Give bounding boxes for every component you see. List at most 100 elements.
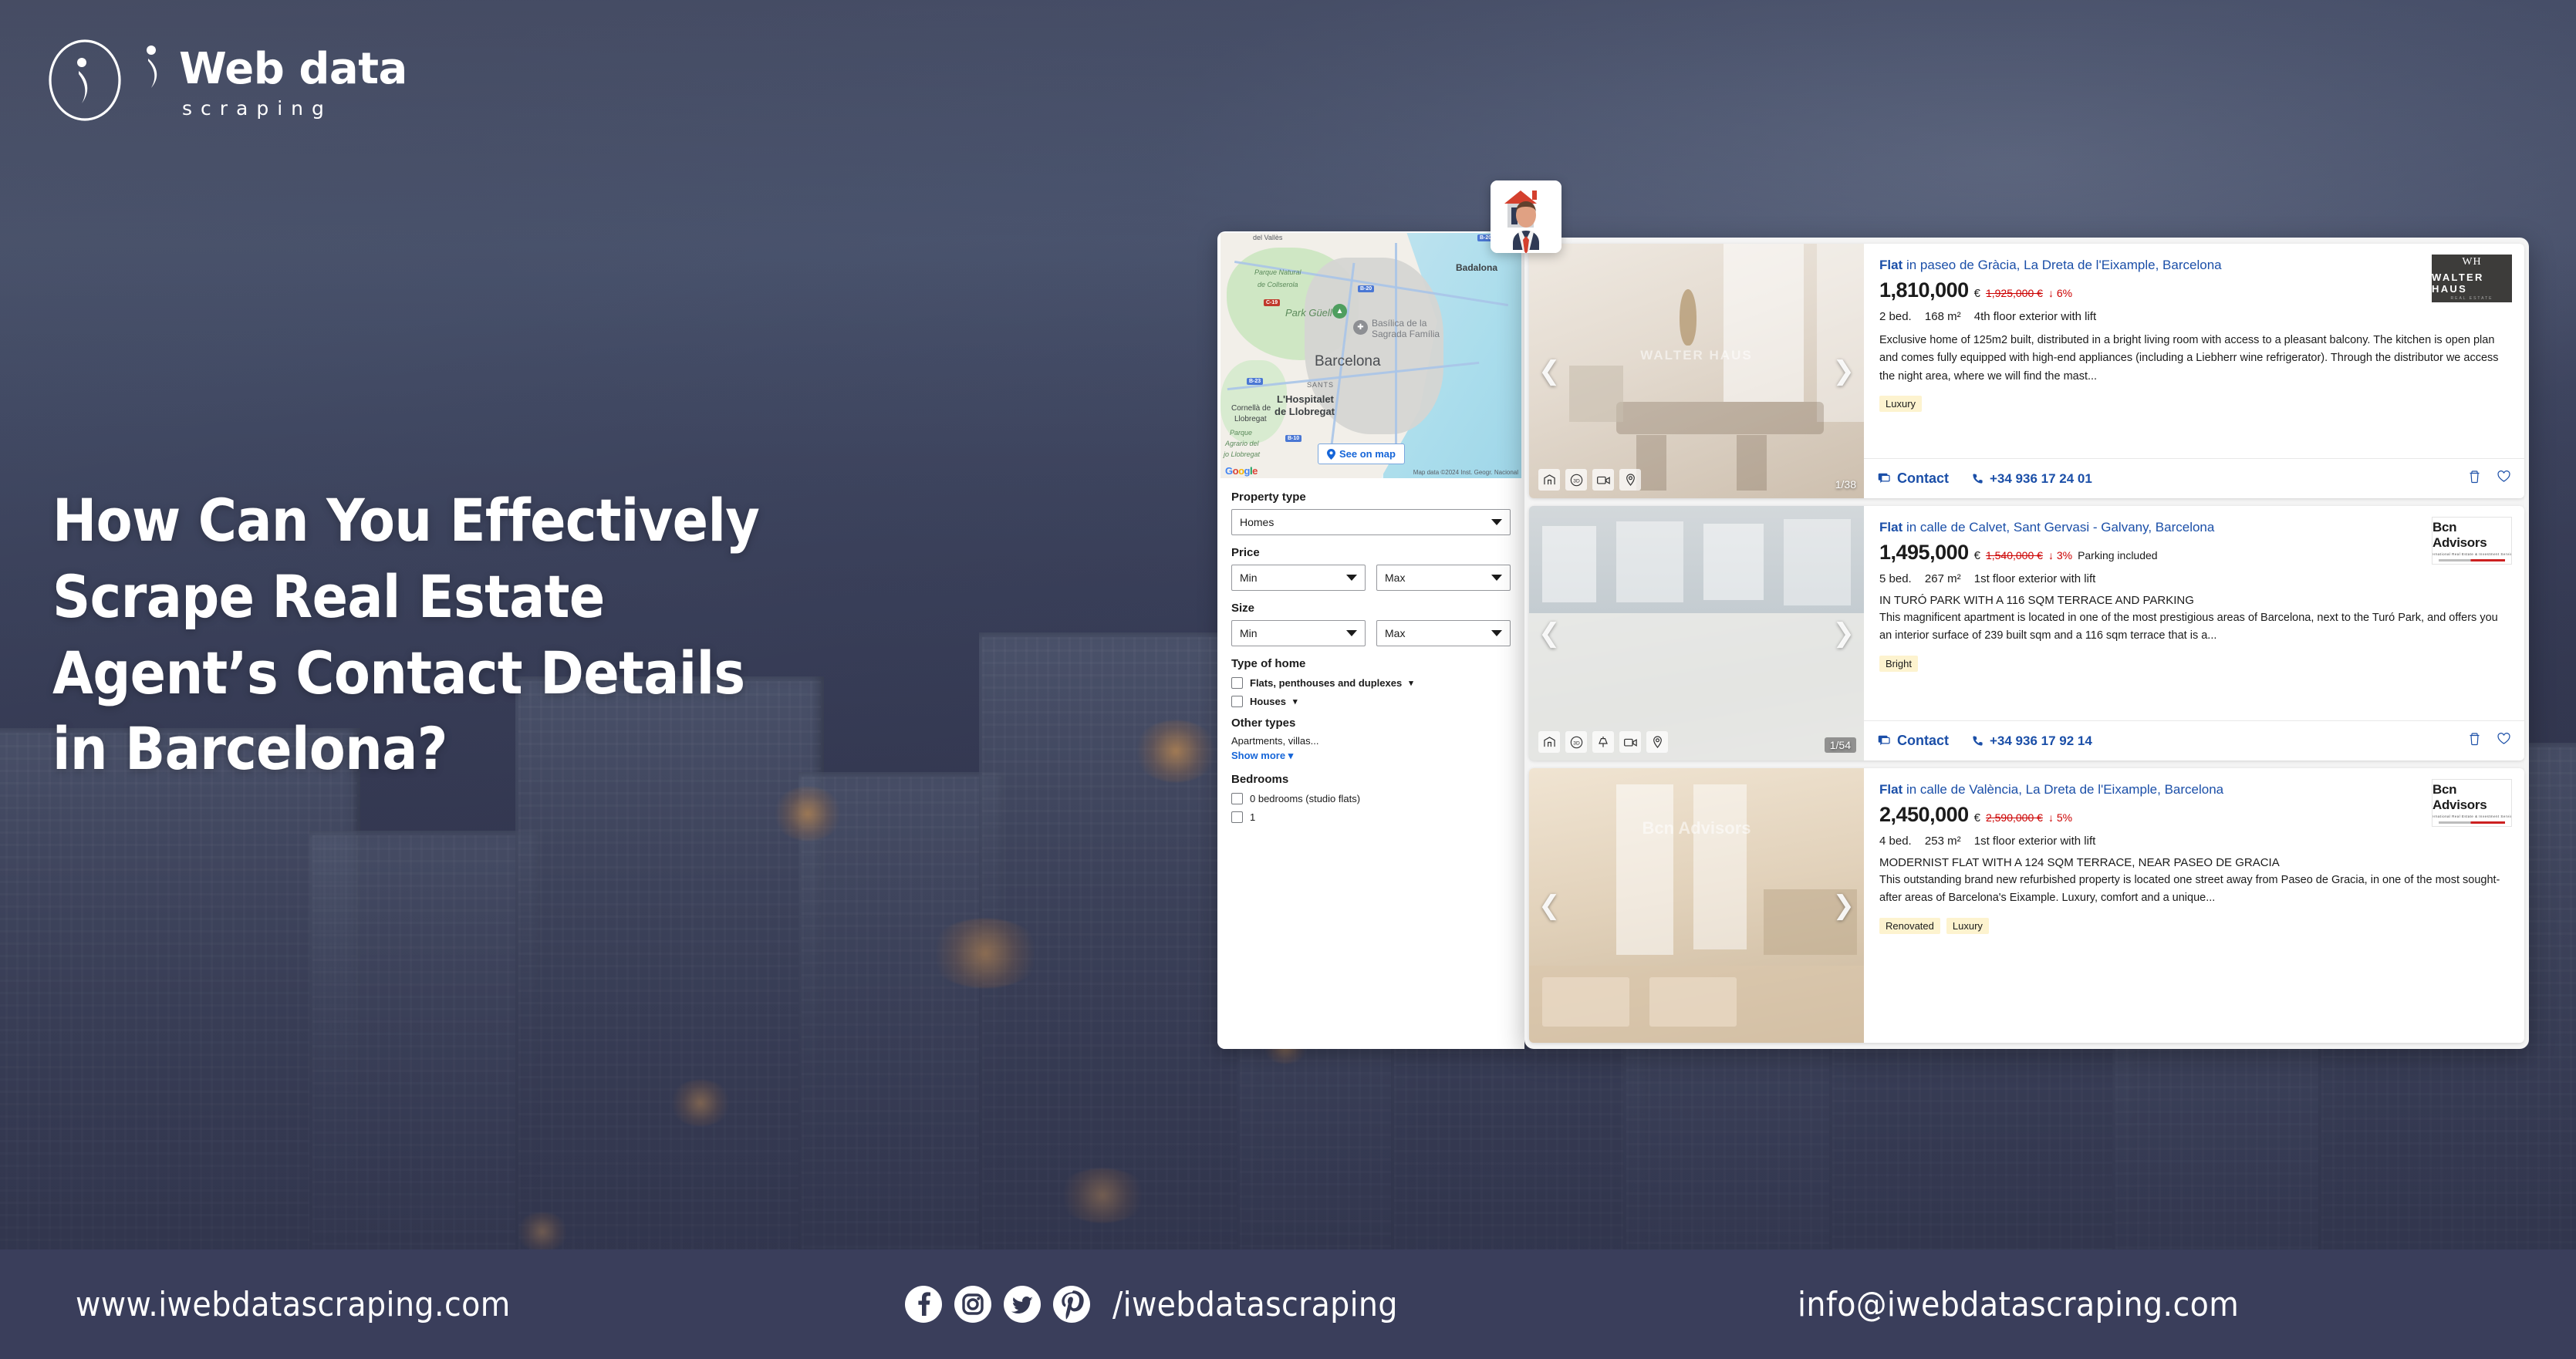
listing-specs: 5 bed. 267 m² 1st floor exterior with li… [1879,572,2509,585]
show-more-link[interactable]: Show more ▾ [1231,750,1511,762]
see-on-map-button[interactable]: See on map [1318,443,1405,464]
type-of-home-label: Type of home [1231,657,1306,670]
map-shield-b10: B-10 [1285,435,1302,442]
map-preview[interactable]: del Vallès B-20 Badalona Parque Natural … [1220,233,1521,478]
checkbox-flats-penthouses-duplexes[interactable]: Flats, penthouses and duplexes ▾ [1231,677,1511,689]
photo-feature-icons: 3D [1538,469,1641,491]
map-label-park-guell: Park Güell [1285,307,1332,319]
checkbox-houses[interactable]: Houses ▾ [1231,696,1511,707]
instagram-icon[interactable] [954,1285,992,1324]
map-pin-icon [1327,448,1335,460]
next-photo-button[interactable]: ❯ [1833,892,1855,919]
property-type-label: Property type [1231,491,1306,504]
park-icon: ▲ [1332,304,1347,319]
checkbox-icon [1231,696,1243,707]
map-pin-icon[interactable] [1619,469,1641,491]
map-attribution: Map data ©2024 Inst. Geogr. Nacional [1413,469,1518,476]
listing-card[interactable]: ❮ ❯ 3D 1/54 Flat in calle de Calvet, San… [1529,506,2524,760]
listing-spec-floor: 4th floor exterior with lift [1973,310,2097,323]
3d-tour-icon[interactable]: 3D [1565,731,1587,753]
discard-icon[interactable] [2469,470,2480,487]
facebook-icon[interactable] [904,1285,943,1324]
phone-number: +34 936 17 24 01 [1990,470,2092,486]
favorite-heart-icon[interactable] [2497,470,2510,487]
checkbox-0-bedrooms[interactable]: 0 bedrooms (studio flats) [1231,793,1511,804]
price-min-select[interactable]: Min [1231,565,1366,591]
contact-button[interactable]: Contact [1878,733,1949,749]
twitter-icon[interactable] [1003,1285,1042,1324]
listing-title[interactable]: Flat in calle de València, La Dreta de l… [1879,782,2509,798]
filters-panel: del Vallès B-20 Badalona Parque Natural … [1217,231,1524,1049]
favorite-heart-icon[interactable] [2497,732,2510,750]
map-shield-b20b: B-20 [1358,285,1375,292]
checkbox-houses-label: Houses [1250,696,1286,707]
floorplan-icon[interactable] [1538,469,1560,491]
footer-email[interactable]: info@iwebdatascraping.com [1798,1285,2239,1324]
listing-price-row: 1,810,000 € 1,925,000 € ↓ 6% [1879,278,2509,302]
listing-photo[interactable]: ❮ ❯ 3D 1/54 [1529,506,1864,760]
phone-number: +34 936 17 92 14 [1990,733,2092,748]
prev-photo-button[interactable]: ❮ [1538,620,1561,646]
listing-card[interactable]: WALTER HAUS ❮ ❯ 3D 1/38 Flat in paseo de… [1529,244,2524,498]
size-label: Size [1231,602,1255,615]
agency-name: Bcn Advisors [2433,520,2487,550]
video-icon[interactable] [1619,731,1641,753]
listing-title[interactable]: Flat in calle de Calvet, Sant Gervasi - … [1879,520,2509,535]
map-label-barcelona: Barcelona [1315,353,1381,369]
headline-line-3: Agent’s Contact Details [52,638,745,707]
chevron-down-icon [1491,630,1502,636]
prev-photo-button[interactable]: ❮ [1538,892,1561,919]
listing-footer: Contact +34 936 17 24 01 [1864,458,2524,498]
currency-symbol: € [1973,549,1980,562]
agency-accent-bar [2439,821,2505,824]
brand-logo: Web data scraping [48,39,407,122]
lamp-icon[interactable] [1592,731,1614,753]
prev-photo-button[interactable]: ❮ [1538,358,1561,384]
listing-title-rest: in calle de València, La Dreta de l'Eixa… [1906,782,2224,797]
video-icon[interactable] [1592,469,1614,491]
agency-logo[interactable]: Bcn Advisors International Real Estate &… [2432,517,2512,565]
price-max-select[interactable]: Max [1376,565,1511,591]
chevron-down-icon[interactable]: ▾ [1409,678,1413,688]
next-photo-button[interactable]: ❯ [1833,358,1855,384]
listing-actions [2469,470,2510,487]
phone-button[interactable]: +34 936 17 92 14 [1972,733,2092,749]
price-label: Price [1231,546,1260,559]
listing-photo[interactable]: Bcn Advisors ❮ ❯ [1529,768,1864,1043]
floorplan-icon[interactable] [1538,731,1560,753]
phone-button[interactable]: +34 936 17 24 01 [1972,471,2092,487]
checkbox-1-bedroom[interactable]: 1 [1231,811,1511,823]
size-max-select[interactable]: Max [1376,620,1511,646]
chat-icon [1878,473,1890,484]
footer-website-url[interactable]: www.iwebdatascraping.com [76,1285,511,1324]
listing-specs: 2 bed. 168 m² 4th floor exterior with li… [1879,310,2509,323]
real-estate-agent-avatar-icon [1491,180,1561,253]
listing-photo[interactable]: WALTER HAUS ❮ ❯ 3D 1/38 [1529,244,1864,498]
property-type-select[interactable]: Homes [1231,509,1511,535]
3d-tour-icon[interactable]: 3D [1565,469,1587,491]
size-min-select[interactable]: Min [1231,620,1366,646]
footer-social-handle[interactable]: /iwebdatascraping [1112,1285,1398,1324]
listing-card[interactable]: Bcn Advisors ❮ ❯ Flat in calle de Valènc… [1529,768,2524,1043]
pinterest-icon[interactable] [1052,1285,1091,1324]
contact-button[interactable]: Contact [1878,470,1949,487]
listing-body: Flat in paseo de Gràcia, La Dreta de l'E… [1864,244,2524,498]
map-pin-icon[interactable] [1646,731,1668,753]
discard-icon[interactable] [2469,732,2480,750]
agency-logo[interactable]: WH WALTER HAUS REAL ESTATE [2432,255,2512,302]
listing-title[interactable]: Flat in paseo de Gràcia, La Dreta de l'E… [1879,258,2509,273]
listing-spec-beds: 2 bed. [1879,310,1912,323]
listing-tag: Renovated [1879,917,1940,934]
next-photo-button[interactable]: ❯ [1833,620,1855,646]
chevron-down-icon [1346,630,1357,636]
other-types-value: Apartments, villas... [1231,735,1319,747]
listing-price: 1,810,000 [1879,278,1969,302]
map-label-hospitalet-2: de Llobregat [1274,406,1335,417]
listing-price-extra: Parking included [2078,549,2158,561]
results-panel: WALTER HAUS ❮ ❯ 3D 1/38 Flat in paseo de… [1524,238,2529,1049]
chevron-down-icon[interactable]: ▾ [1293,696,1298,706]
currency-symbol: € [1973,811,1980,825]
listing-body: Flat in calle de Calvet, Sant Gervasi - … [1864,506,2524,760]
filters-list: Property type Homes Price Min Max Size M… [1217,480,1524,1049]
agency-logo[interactable]: Bcn Advisors International Real Estate &… [2432,779,2512,827]
